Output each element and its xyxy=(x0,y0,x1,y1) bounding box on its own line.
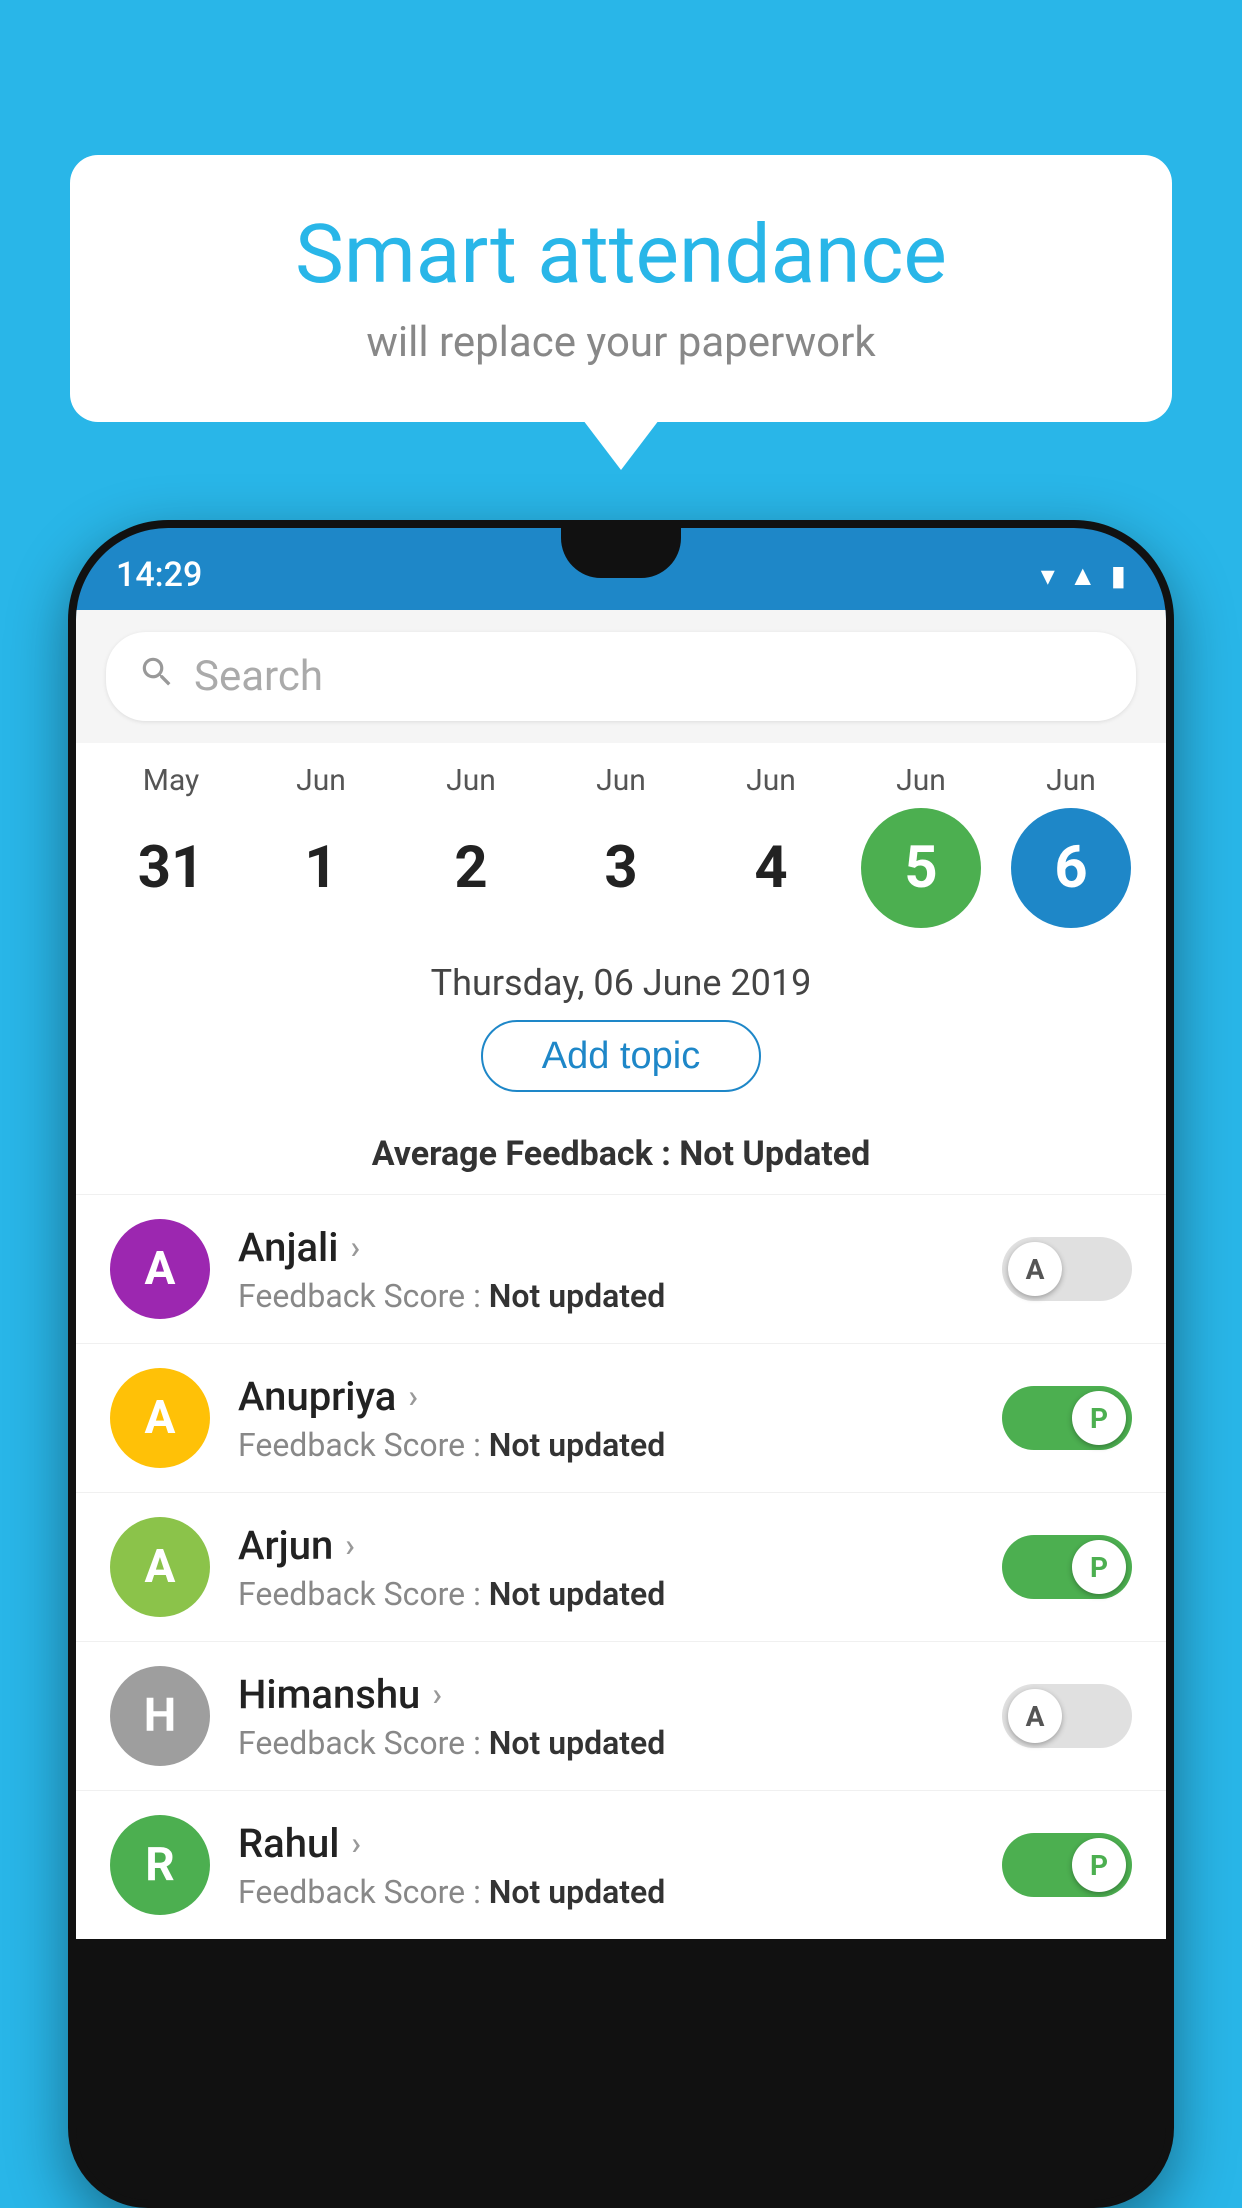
cal-date: 2 xyxy=(411,808,531,928)
wifi-icon: ▾ xyxy=(1041,559,1055,592)
student-score: Feedback Score : Not updated xyxy=(238,1426,974,1464)
avatar: A xyxy=(110,1517,210,1617)
calendar-strip: May 31 Jun 1 Jun 2 Jun 3 Jun 4 Jun 5 Jun 6 xyxy=(76,743,1166,938)
bubble-subtitle: will replace your paperwork xyxy=(130,318,1112,367)
attendance-toggle[interactable]: P xyxy=(1002,1386,1132,1450)
notch xyxy=(561,528,681,578)
toggle-thumb: A xyxy=(1008,1689,1062,1743)
calendar-day-4[interactable]: Jun 4 xyxy=(711,763,831,928)
cal-date: 31 xyxy=(111,808,231,928)
battery-icon: ▮ xyxy=(1111,559,1126,592)
toggle-container[interactable]: P xyxy=(1002,1833,1132,1897)
search-bar[interactable]: Search xyxy=(106,632,1136,721)
student-info: Arjun › Feedback Score : Not updated xyxy=(238,1522,974,1613)
cal-month: Jun xyxy=(896,763,946,798)
cal-date: 6 xyxy=(1011,808,1131,928)
signal-icon: ▲ xyxy=(1069,559,1097,592)
student-name[interactable]: Arjun › xyxy=(238,1522,974,1569)
chevron-icon: › xyxy=(345,1526,355,1564)
cal-month: Jun xyxy=(746,763,796,798)
student-name[interactable]: Rahul › xyxy=(238,1820,974,1867)
chevron-icon: › xyxy=(432,1675,442,1713)
student-item: H Himanshu › Feedback Score : Not updated A xyxy=(76,1641,1166,1790)
toggle-container[interactable]: P xyxy=(1002,1535,1132,1599)
student-score: Feedback Score : Not updated xyxy=(238,1277,974,1315)
cal-month: Jun xyxy=(296,763,346,798)
student-info: Anupriya › Feedback Score : Not updated xyxy=(238,1373,974,1464)
student-info: Anjali › Feedback Score : Not updated xyxy=(238,1224,974,1315)
toggle-container[interactable]: P xyxy=(1002,1386,1132,1450)
student-name[interactable]: Anjali › xyxy=(238,1224,974,1271)
calendar-day-1[interactable]: Jun 1 xyxy=(261,763,381,928)
student-score: Feedback Score : Not updated xyxy=(238,1873,974,1911)
toggle-thumb: P xyxy=(1072,1540,1126,1594)
student-score: Feedback Score : Not updated xyxy=(238,1575,974,1613)
student-list: AAnjali ›Feedback Score : Not updatedAAA… xyxy=(76,1194,1166,1939)
cal-month: Jun xyxy=(1046,763,1096,798)
toggle-thumb: P xyxy=(1072,1838,1126,1892)
student-item: A Arjun › Feedback Score : Not updated P xyxy=(76,1492,1166,1641)
average-feedback: Average Feedback : Not Updated xyxy=(76,1134,1166,1194)
avg-feedback-value: Not Updated xyxy=(679,1134,870,1174)
chevron-icon: › xyxy=(351,1824,361,1862)
cal-month: Jun xyxy=(596,763,646,798)
phone-inner: 14:29 ▾ ▲ ▮ × Attendance xyxy=(76,528,1166,2200)
search-icon xyxy=(138,653,176,701)
add-topic-button[interactable]: Add topic xyxy=(481,1020,761,1092)
calendar-day-5[interactable]: Jun 5 xyxy=(861,763,981,928)
avatar: A xyxy=(110,1368,210,1468)
student-name[interactable]: Anupriya › xyxy=(238,1373,974,1420)
search-container: Search xyxy=(76,610,1166,743)
calendar-day-2[interactable]: Jun 2 xyxy=(411,763,531,928)
calendar-day-6[interactable]: Jun 6 xyxy=(1011,763,1131,928)
cal-date: 4 xyxy=(711,808,831,928)
toggle-container[interactable]: A xyxy=(1002,1684,1132,1748)
cal-date: 5 xyxy=(861,808,981,928)
toggle-thumb: A xyxy=(1008,1242,1062,1296)
avg-feedback-label: Average Feedback : xyxy=(372,1134,680,1174)
student-score: Feedback Score : Not updated xyxy=(238,1724,974,1762)
phone-frame: 14:29 ▾ ▲ ▮ × Attendance xyxy=(68,520,1174,2208)
cal-date: 1 xyxy=(261,808,381,928)
attendance-toggle[interactable]: A xyxy=(1002,1684,1132,1748)
status-time: 14:29 xyxy=(116,543,202,595)
calendar-day-31[interactable]: May 31 xyxy=(111,763,231,928)
cal-month: Jun xyxy=(446,763,496,798)
attendance-toggle[interactable]: P xyxy=(1002,1833,1132,1897)
toggle-container[interactable]: A xyxy=(1002,1237,1132,1301)
chevron-icon: › xyxy=(350,1228,360,1266)
attendance-toggle[interactable]: P xyxy=(1002,1535,1132,1599)
student-name[interactable]: Himanshu › xyxy=(238,1671,974,1718)
speech-bubble-container: Smart attendance will replace your paper… xyxy=(70,155,1172,422)
calendar-day-3[interactable]: Jun 3 xyxy=(561,763,681,928)
speech-bubble: Smart attendance will replace your paper… xyxy=(70,155,1172,422)
student-item: R Rahul › Feedback Score : Not updated P xyxy=(76,1790,1166,1939)
avatar: R xyxy=(110,1815,210,1915)
student-info: Rahul › Feedback Score : Not updated xyxy=(238,1820,974,1911)
attendance-toggle[interactable]: A xyxy=(1002,1237,1132,1301)
student-item: A Anjali › Feedback Score : Not updated A xyxy=(76,1194,1166,1343)
selected-date-label: Thursday, 06 June 2019 xyxy=(76,938,1166,1020)
student-info: Himanshu › Feedback Score : Not updated xyxy=(238,1671,974,1762)
avatar: H xyxy=(110,1666,210,1766)
cal-month: May xyxy=(143,763,199,798)
avatar: A xyxy=(110,1219,210,1319)
chevron-icon: › xyxy=(408,1377,418,1415)
search-placeholder: Search xyxy=(194,652,323,701)
phone-screen: Search May 31 Jun 1 Jun 2 Jun 3 Jun 4 Jun 5 Jun 6 Thu… xyxy=(76,610,1166,2200)
bubble-title: Smart attendance xyxy=(130,210,1112,300)
toggle-thumb: P xyxy=(1072,1391,1126,1445)
status-icons: ▾ ▲ ▮ xyxy=(1041,547,1126,592)
cal-date: 3 xyxy=(561,808,681,928)
student-item: A Anupriya › Feedback Score : Not updated P xyxy=(76,1343,1166,1492)
